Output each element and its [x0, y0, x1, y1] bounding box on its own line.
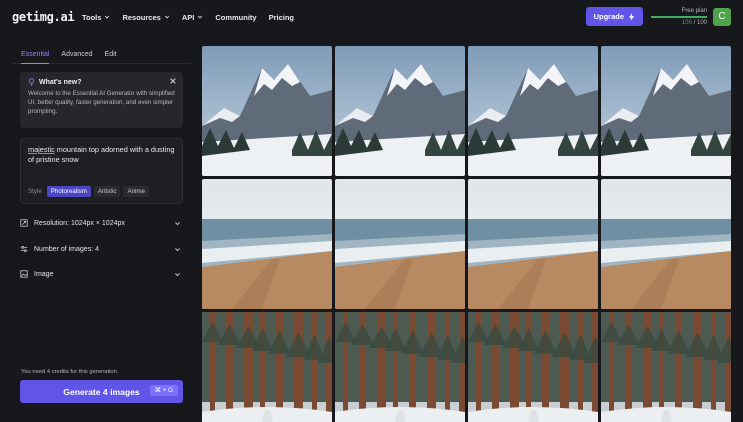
lightning-icon	[628, 12, 635, 21]
style-option-photorealism[interactable]: Photorealism	[46, 186, 91, 197]
chevron-down-icon	[105, 15, 110, 19]
forest-illustration	[601, 312, 731, 422]
prompt-input[interactable]: majestic mountain top adorned with a dus…	[20, 138, 183, 204]
forest-illustration	[335, 312, 465, 422]
credit-cost-note: You need 4 credits for this generation.	[21, 369, 119, 375]
plan-status: Free plan 100 / 100	[651, 8, 707, 26]
close-icon[interactable]	[169, 77, 177, 85]
upgrade-button[interactable]: Upgrade	[585, 7, 643, 26]
generated-image-mountain[interactable]	[601, 46, 731, 176]
resize-icon	[20, 219, 28, 227]
number-of-images-setting[interactable]: Number of images: 4	[20, 242, 183, 256]
style-selector: Style Photorealism Artistic Anime	[28, 186, 149, 197]
tab-advanced[interactable]: Advanced	[61, 46, 92, 64]
forest-illustration	[202, 312, 332, 422]
mountain-illustration	[202, 46, 332, 176]
image-setting[interactable]: Image	[20, 267, 183, 281]
generated-image-beach[interactable]	[335, 179, 465, 309]
beach-illustration	[601, 179, 731, 309]
sidebar: Essential Advanced Edit What's new? Welc…	[13, 46, 191, 412]
lightbulb-icon	[28, 78, 35, 86]
tab-edit[interactable]: Edit	[105, 46, 117, 64]
whats-new-card: What's new? Welcome to the Essential AI …	[20, 72, 183, 128]
account-area: Upgrade Free plan 100 / 100 C	[585, 7, 731, 26]
beach-illustration	[468, 179, 598, 309]
beach-illustration	[335, 179, 465, 309]
chevron-down-icon	[198, 15, 203, 19]
nav-community[interactable]: Community	[215, 13, 256, 22]
chevron-down-icon	[175, 272, 180, 276]
tab-essential[interactable]: Essential	[21, 46, 50, 64]
chevron-down-icon	[175, 247, 180, 251]
prompt-text[interactable]: majestic mountain top adorned with a dus…	[28, 145, 175, 165]
nav-pricing[interactable]: Pricing	[269, 13, 294, 22]
shortcut-badge: ⌘ + G	[149, 385, 178, 396]
nav-api-label: API	[181, 12, 195, 22]
credits-counter: 100 / 100	[651, 20, 707, 26]
nav-tools-label: Tools	[82, 12, 102, 22]
whats-new-header: What's new?	[28, 78, 175, 86]
generated-image-beach[interactable]	[468, 179, 598, 309]
credits-progress-fill	[651, 15, 707, 18]
nav-community-label: Community	[215, 12, 257, 22]
generated-image-mountain[interactable]	[468, 46, 598, 176]
nav-api[interactable]: API	[182, 13, 204, 22]
top-bar: getimg.ai Tools Resources API Community …	[0, 0, 743, 34]
generated-image-beach[interactable]	[601, 179, 731, 309]
number-of-images-label: Number of images: 4	[34, 245, 99, 253]
generated-image-forest[interactable]	[202, 312, 332, 422]
credits-progress-bar	[651, 15, 707, 18]
generated-image-mountain[interactable]	[202, 46, 332, 176]
plan-name: Free plan	[681, 7, 707, 14]
generated-image-forest[interactable]	[468, 312, 598, 422]
chevron-down-icon	[164, 15, 169, 19]
prompt-misspelled-word: majestic	[28, 145, 55, 154]
mountain-illustration	[468, 46, 598, 176]
generated-image-forest[interactable]	[601, 312, 731, 422]
nav-pricing-label: Pricing	[268, 12, 295, 22]
image-gallery	[202, 46, 732, 422]
generate-label: Generate 4 images	[63, 386, 140, 397]
whats-new-body: Welcome to the Essential AI Generator wi…	[28, 90, 175, 115]
chevron-down-icon	[175, 221, 180, 225]
nav-resources[interactable]: Resources	[122, 13, 169, 22]
generated-image-mountain[interactable]	[335, 46, 465, 176]
main-nav: Tools Resources API Community Pricing	[82, 13, 294, 22]
mountain-illustration	[601, 46, 731, 176]
forest-illustration	[468, 312, 598, 422]
nav-resources-label: Resources	[122, 12, 161, 22]
credits-used: 100	[681, 19, 692, 26]
image-label: Image	[34, 270, 54, 278]
resolution-label: Resolution: 1024px × 1024px	[34, 219, 125, 227]
style-option-artistic[interactable]: Artistic	[93, 186, 121, 197]
beach-illustration	[202, 179, 332, 309]
generated-image-beach[interactable]	[202, 179, 332, 309]
resolution-setting[interactable]: Resolution: 1024px × 1024px	[20, 216, 183, 230]
nav-tools[interactable]: Tools	[82, 13, 110, 22]
mode-tabs: Essential Advanced Edit	[13, 46, 191, 64]
style-label: Style	[28, 188, 42, 195]
generate-button[interactable]: Generate 4 images ⌘ + G	[20, 380, 183, 403]
whats-new-title: What's new?	[39, 78, 82, 86]
upgrade-label: Upgrade	[593, 12, 624, 21]
credits-total: 100	[696, 19, 707, 26]
style-option-anime[interactable]: Anime	[123, 186, 149, 197]
logo[interactable]: getimg.ai	[12, 10, 82, 24]
avatar[interactable]: C	[713, 7, 731, 26]
mountain-illustration	[335, 46, 465, 176]
generated-image-forest[interactable]	[335, 312, 465, 422]
image-icon	[20, 270, 28, 278]
sliders-icon	[20, 246, 28, 252]
